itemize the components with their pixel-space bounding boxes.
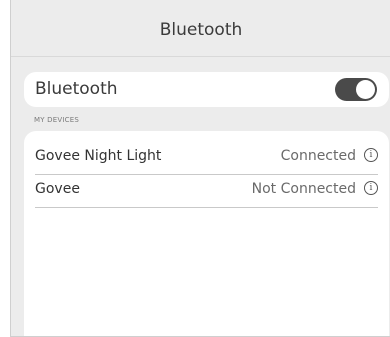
devices-list: Govee Night Light Connected i Govee Not … xyxy=(24,131,389,336)
bluetooth-row: Bluetooth xyxy=(24,72,389,107)
device-status: Not Connected xyxy=(251,181,356,197)
device-name: Govee xyxy=(35,181,80,197)
toggle-knob xyxy=(356,80,375,99)
nav-divider xyxy=(11,56,390,57)
bluetooth-label: Bluetooth xyxy=(35,79,118,99)
device-name: Govee Night Light xyxy=(35,148,162,164)
row-divider xyxy=(35,207,378,208)
info-icon[interactable]: i xyxy=(364,148,378,162)
bluetooth-toggle[interactable] xyxy=(335,78,377,101)
settings-screen: Bluetooth Bluetooth MY DEVICES Govee Nig… xyxy=(10,0,390,337)
info-icon[interactable]: i xyxy=(364,181,378,195)
device-status: Connected xyxy=(280,148,356,164)
section-header-my-devices: MY DEVICES xyxy=(34,116,79,124)
page-title: Bluetooth xyxy=(159,20,243,40)
device-row[interactable]: Govee Night Light Connected i xyxy=(35,141,378,175)
device-row[interactable]: Govee Not Connected i xyxy=(35,174,378,208)
